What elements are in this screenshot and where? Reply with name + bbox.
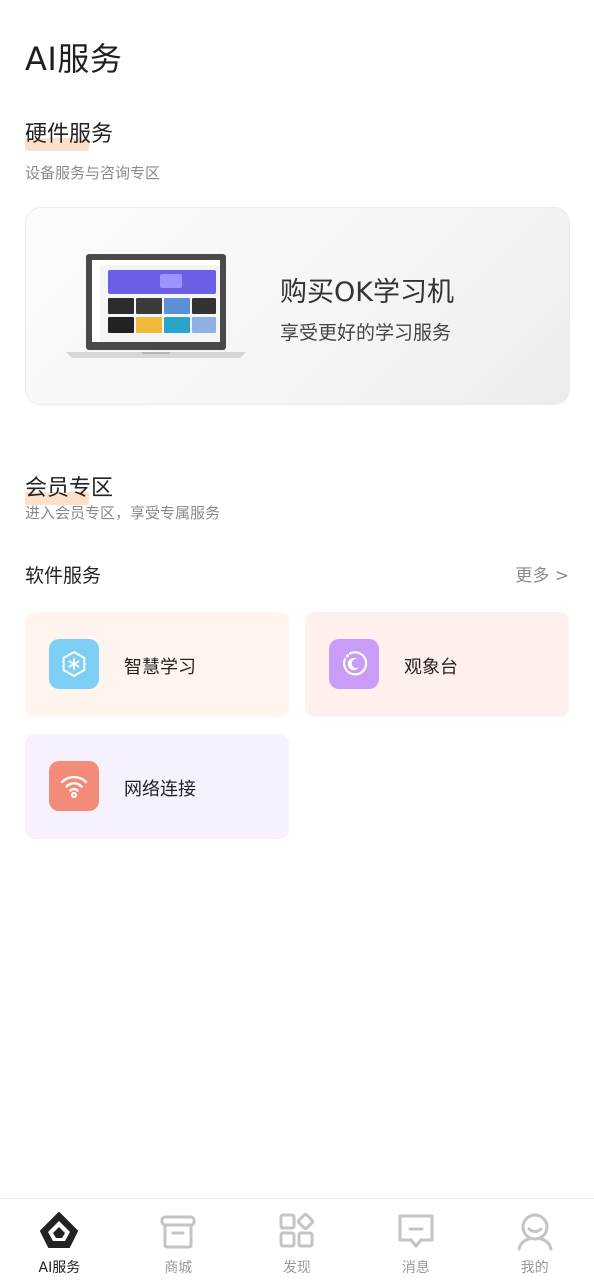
store-icon <box>160 1215 196 1249</box>
tab-label: 消息 <box>401 1260 430 1276</box>
membership-section-subtitle: 进入会员专区，享受专属服务 <box>25 504 221 522</box>
tab-label: 发现 <box>282 1260 311 1276</box>
laptop-image <box>66 254 246 358</box>
tab-label: AI服务 <box>38 1260 81 1276</box>
tab-label: 商城 <box>164 1260 193 1276</box>
tab-label: 我的 <box>520 1260 549 1276</box>
hardware-section-subtitle: 设备服务与咨询专区 <box>25 164 161 182</box>
service-card-network[interactable]: 网络连接 <box>25 734 289 839</box>
service-label: 网络连接 <box>124 779 196 800</box>
wifi-icon <box>49 761 99 811</box>
buy-learning-machine-card[interactable]: 购买OK学习机 享受更好的学习服务 <box>25 207 570 405</box>
service-label: 智慧学习 <box>124 657 196 678</box>
membership-section-title[interactable]: 会员专区 <box>25 470 114 505</box>
discover-grid-icon <box>279 1212 315 1248</box>
bottom-tab-bar: AI服务 商城 发现 消息 我的 <box>0 1198 594 1280</box>
moon-orbit-icon <box>329 639 379 689</box>
service-card-observatory[interactable]: 观象台 <box>305 612 569 717</box>
tab-messages[interactable]: 消息 <box>356 1199 475 1280</box>
page-title: AI服务 <box>25 40 123 78</box>
tab-discover[interactable]: 发现 <box>238 1199 357 1280</box>
tab-ai-services[interactable]: AI服务 <box>0 1199 119 1280</box>
service-label: 观象台 <box>404 657 458 678</box>
profile-icon <box>517 1213 553 1251</box>
card-subtitle: 享受更好的学习服务 <box>280 322 452 344</box>
hardware-title-text: 硬件服务 <box>25 122 114 147</box>
card-title: 购买OK学习机 <box>280 277 454 308</box>
message-icon <box>398 1214 434 1248</box>
software-services-title: 软件服务 <box>25 565 102 587</box>
service-card-smart-learning[interactable]: 智慧学习 <box>25 612 289 717</box>
tab-store[interactable]: 商城 <box>119 1199 238 1280</box>
membership-title-text: 会员专区 <box>25 476 114 501</box>
ai-home-icon <box>40 1212 79 1248</box>
snowflake-icon <box>49 639 99 689</box>
ai-services-page: AI服务 硬件服务 设备服务与咨询专区 购买OK学习机 享受更好的学习服务 会员… <box>0 0 594 1280</box>
more-link[interactable]: 更多 > <box>515 561 569 586</box>
hardware-section-title: 硬件服务 <box>25 116 114 151</box>
tab-profile[interactable]: 我的 <box>475 1199 594 1280</box>
